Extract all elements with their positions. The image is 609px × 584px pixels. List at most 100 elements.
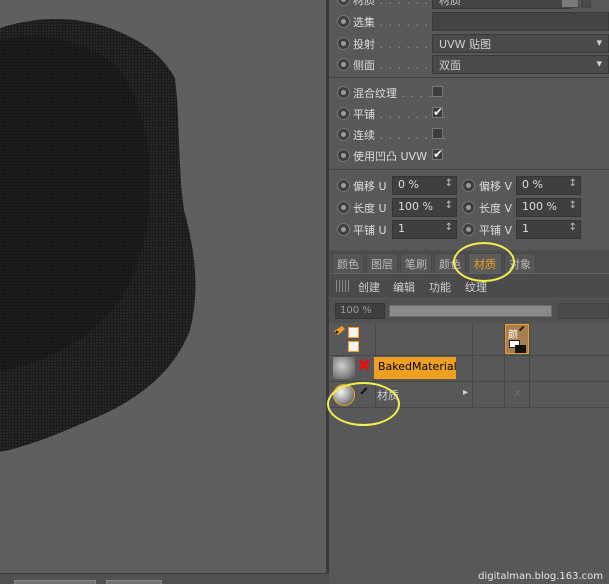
selection-field[interactable] xyxy=(432,12,609,31)
mix-texture-radio[interactable] xyxy=(337,86,350,99)
3d-viewport[interactable] xyxy=(0,0,326,573)
material-label: 材质 xyxy=(353,0,375,7)
mix-texture-checkbox[interactable] xyxy=(432,86,443,97)
check-icon: ✔ xyxy=(433,147,444,161)
side-radio[interactable] xyxy=(337,58,350,71)
menu-function[interactable]: 功能 xyxy=(429,279,451,295)
tab-layers[interactable]: 图层 xyxy=(366,253,398,273)
tiles-v-input[interactable]: 1 xyxy=(516,220,581,239)
zoom-value: 100 % xyxy=(340,305,372,316)
side-label: 侧面 xyxy=(353,59,375,72)
menu-edit[interactable]: 编辑 xyxy=(393,279,415,295)
projection-dropdown[interactable]: UVW 贴图 xyxy=(432,34,609,53)
tab-color[interactable]: 颜色 xyxy=(332,253,364,273)
offset-u-input[interactable]: 0 % xyxy=(392,176,457,195)
length-u-input[interactable]: 100 % xyxy=(392,198,457,217)
material-menu-arrow-icon[interactable] xyxy=(581,0,591,8)
tab-brush[interactable]: 笔刷 xyxy=(400,253,432,273)
tiles-u-label: 平铺 U xyxy=(353,224,387,237)
tab-label: 图层 xyxy=(371,258,393,271)
offset-u-radio[interactable] xyxy=(337,179,350,192)
offset-v-label: 偏移 V xyxy=(479,180,513,193)
highlight-circle-materials-tab xyxy=(453,242,515,282)
tile-label: 平铺 xyxy=(353,108,375,121)
length-row: 长度 U 100 % 长度 V 100 % xyxy=(329,197,609,218)
side-dropdown[interactable]: 双面 xyxy=(432,55,609,74)
material-value: 材质 xyxy=(439,0,461,7)
bump-uvw-row: 使用凹凸 UVW ✔ xyxy=(329,145,609,166)
color-column-label: 颜 xyxy=(508,330,518,341)
length-v-value: 100 % xyxy=(522,200,557,213)
baked-mesh-object xyxy=(0,18,196,452)
error-x-icon: ✖ xyxy=(357,356,372,376)
material-header-icon[interactable] xyxy=(334,326,346,336)
material-field[interactable]: 材质 xyxy=(432,0,572,9)
selection-row: 选集 . . . . . . . . xyxy=(329,11,609,32)
tiles-v-radio[interactable] xyxy=(462,223,475,236)
offset-v-value: 0 % xyxy=(522,178,543,191)
baked-material-thumbnail[interactable] xyxy=(333,357,355,379)
length-v-label: 长度 V xyxy=(479,202,513,215)
bump-uvw-radio[interactable] xyxy=(337,149,350,162)
offset-u-value: 0 % xyxy=(398,178,419,191)
disabled-x-icon[interactable]: ✕ xyxy=(513,387,522,400)
tiles-v-value: 1 xyxy=(522,222,529,235)
baked-material-name: BakedMaterial xyxy=(378,360,457,373)
projection-label: 投射 xyxy=(353,38,375,51)
zoom-extra-button[interactable] xyxy=(558,303,609,319)
expand-arrow-icon[interactable]: ▸ xyxy=(463,387,468,398)
tiles-u-radio[interactable] xyxy=(337,223,350,236)
tab-label: 笔刷 xyxy=(405,258,427,271)
tab-label: 颜色 xyxy=(337,258,359,271)
zoom-input[interactable]: 100 % xyxy=(335,303,385,319)
color-column-header[interactable]: 颜 xyxy=(505,324,529,354)
bump-uvw-checkbox[interactable]: ✔ xyxy=(432,147,444,161)
length-v-input[interactable]: 100 % xyxy=(516,198,581,217)
bottom-tab-1[interactable] xyxy=(14,580,96,584)
tiles-u-value: 1 xyxy=(398,222,405,235)
grip-icon[interactable] xyxy=(336,280,349,292)
material-row: 材质 . . . . . . . 材质 xyxy=(329,0,609,10)
seamless-radio[interactable] xyxy=(337,128,350,141)
color-swatch-icon[interactable] xyxy=(348,327,359,338)
selection-label: 选集 xyxy=(353,16,375,29)
offset-u-label: 偏移 U xyxy=(353,180,387,193)
length-u-value: 100 % xyxy=(398,200,433,213)
material-list: 颜 ✖ BakedMaterial 材质 ▸ ✕ xyxy=(329,323,609,584)
tiles-u-input[interactable]: 1 xyxy=(392,220,457,239)
check-icon: ✔ xyxy=(433,105,444,119)
tile-radio[interactable] xyxy=(337,107,350,120)
mix-texture-label: 混合纹理 xyxy=(353,87,397,100)
length-v-radio[interactable] xyxy=(462,201,475,214)
watermark: digitalman.blog.163.com xyxy=(478,571,603,582)
side-value: 双面 xyxy=(439,59,461,72)
offset-v-radio[interactable] xyxy=(462,179,475,192)
mix-texture-row: 混合纹理 . . . . . xyxy=(329,82,609,103)
color-swatch-icon[interactable] xyxy=(348,341,359,352)
projection-radio[interactable] xyxy=(337,37,350,50)
side-row: 侧面 . . . . . . . . 双面 xyxy=(329,54,609,75)
bottom-tab-2[interactable] xyxy=(106,580,162,584)
highlight-circle-material-item xyxy=(327,382,400,426)
offset-v-input[interactable]: 0 % xyxy=(516,176,581,195)
menu-create[interactable]: 创建 xyxy=(358,279,380,295)
swatch-black-icon xyxy=(515,345,526,353)
zoom-slider[interactable] xyxy=(389,305,552,317)
baked-material-name-field[interactable]: BakedMaterial xyxy=(374,357,457,379)
material-preview-icon[interactable] xyxy=(561,0,579,8)
projection-row: 投射 . . . . . . . . UVW 贴图 xyxy=(329,33,609,54)
seamless-checkbox[interactable] xyxy=(432,128,443,139)
baked-material-row[interactable]: ✖ BakedMaterial xyxy=(329,356,609,381)
attribute-panel: 材质 . . . . . . . 材质 选集 . . . . . . . . 投… xyxy=(327,0,609,584)
seamless-label: 连续 xyxy=(353,129,375,142)
selection-radio[interactable] xyxy=(337,15,350,28)
separator xyxy=(329,77,609,78)
material-radio[interactable] xyxy=(337,0,350,6)
viewport-bottom-bar xyxy=(0,573,329,584)
bump-uvw-label: 使用凹凸 UVW xyxy=(353,150,427,163)
tile-checkbox[interactable]: ✔ xyxy=(432,105,444,119)
length-u-radio[interactable] xyxy=(337,201,350,214)
brush-icon xyxy=(518,325,528,335)
zoom-bar: 100 % xyxy=(329,299,609,323)
tiles-v-label: 平铺 V xyxy=(479,224,513,237)
